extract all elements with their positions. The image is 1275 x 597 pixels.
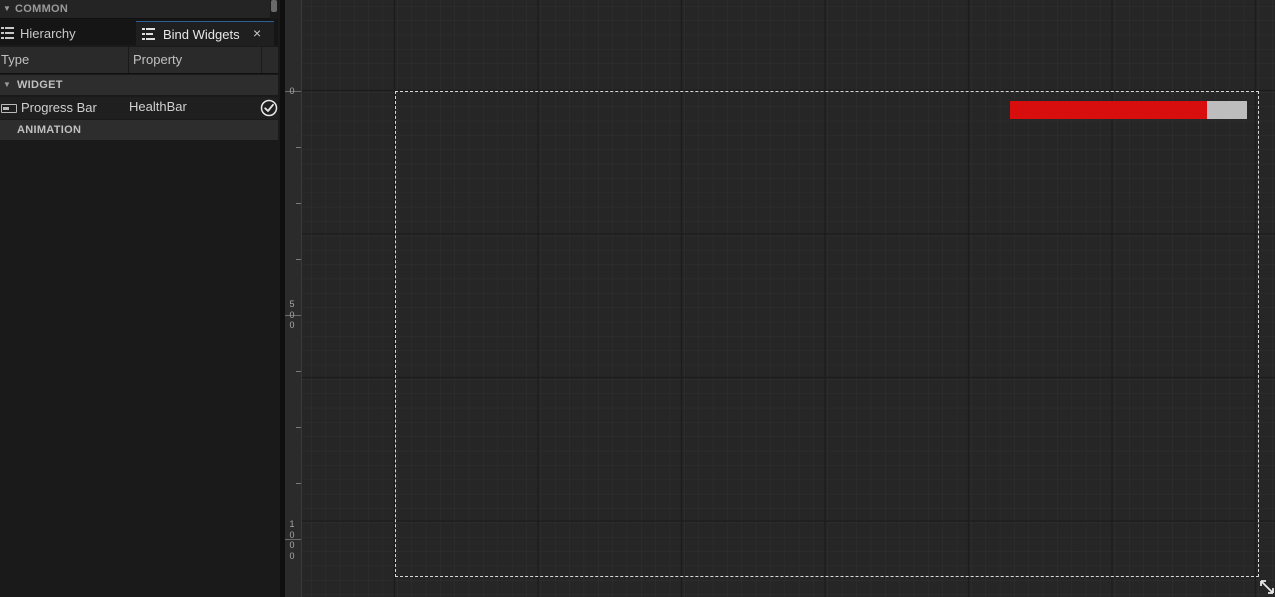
common-category-header[interactable]: ▼ COMMON [0,0,270,19]
bind-widgets-panel: ▼ COMMON Hierarchy Bind Widgets × Type P… [0,0,280,597]
column-type-header[interactable]: Type [1,52,29,67]
tab-bind-widgets-label: Bind Widgets [163,27,240,42]
collapse-arrow-icon: ▼ [3,80,11,89]
ruler-tick [296,483,301,484]
widget-bounds-frame [395,91,1259,577]
close-tab-icon[interactable]: × [253,25,261,41]
column-property-header[interactable]: Property [133,52,182,67]
bind-list-icon [142,28,155,40]
progress-bar-icon [1,104,17,113]
ruler-label-500: 500 [289,299,295,330]
tab-bind-widgets[interactable]: Bind Widgets × [136,21,274,46]
ruler-tick [296,147,301,148]
animation-section-header[interactable]: ANIMATION [0,120,278,140]
ruler-tick [296,427,301,428]
tab-hierarchy[interactable]: Hierarchy [0,21,132,45]
widget-section-header[interactable]: ▼ WIDGET [0,75,278,95]
ruler-tick [296,259,301,260]
ruler-label-1000: 1000 [289,519,295,561]
palette-scrollbar[interactable] [271,0,277,12]
resize-handle-icon[interactable] [1259,579,1275,595]
progress-bar-fill [1010,101,1207,119]
binding-type: Progress Bar [21,100,97,115]
column-divider[interactable] [261,47,262,73]
column-header: Type Property [0,47,278,74]
collapse-arrow-icon: ▼ [3,4,11,13]
bound-check-icon[interactable] [260,99,278,117]
common-category-label: COMMON [15,3,69,15]
ruler-label-0: 0 [289,86,295,96]
designer-canvas[interactable] [302,0,1275,597]
binding-property: HealthBar [129,99,187,114]
widget-section-label: WIDGET [17,79,63,91]
tab-bar: Hierarchy Bind Widgets × [0,19,278,46]
ruler-tick [296,203,301,204]
column-divider[interactable] [128,47,129,73]
hierarchy-list-icon [1,27,14,39]
ruler-tick [296,371,301,372]
vertical-ruler: 0 500 1000 [285,0,302,597]
animation-section-label: ANIMATION [17,124,82,136]
health-progress-bar[interactable] [1010,101,1247,119]
tab-hierarchy-label: Hierarchy [20,26,76,41]
binding-row[interactable]: Progress Bar HealthBar [0,97,278,119]
